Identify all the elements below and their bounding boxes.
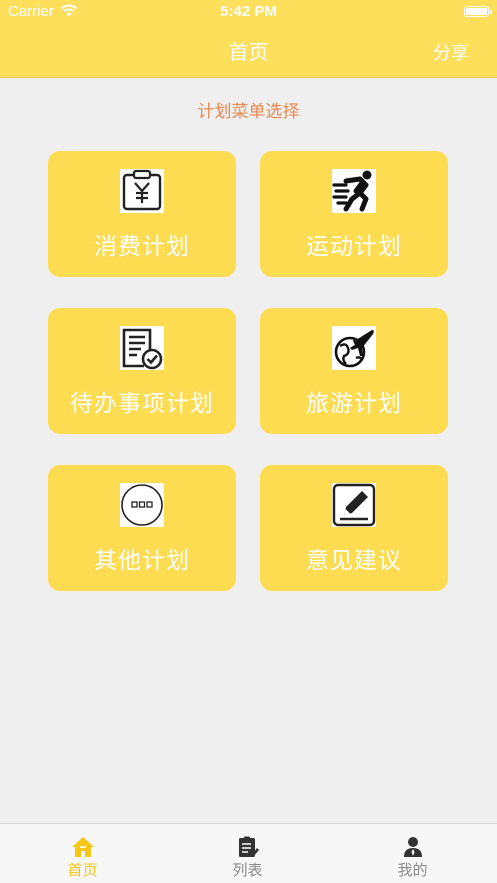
edit-pencil-icon — [332, 483, 376, 527]
tab-bar: 首页 列表 我的 — [0, 823, 497, 883]
home-screen: Carrier 5:42 PM 首页 分享 计划菜单选择 消费计划 运动计划 待… — [0, 0, 497, 883]
menu-card-other-plan[interactable]: 其他计划 — [48, 465, 236, 591]
tab-label: 我的 — [397, 861, 428, 879]
menu-card-feedback[interactable]: 意见建议 — [260, 465, 448, 591]
tab-list[interactable]: 列表 — [165, 824, 330, 883]
user-icon — [404, 837, 422, 857]
menu-card-expense-plan[interactable]: 消费计划 — [48, 151, 236, 277]
tab-mine[interactable]: 我的 — [330, 824, 495, 883]
clock-label: 5:42 PM — [220, 3, 277, 20]
menu-card-label: 意见建议 — [306, 548, 402, 574]
menu-card-label: 旅游计划 — [306, 391, 402, 417]
list-clipboard-icon — [239, 836, 259, 857]
tab-home[interactable]: 首页 — [0, 824, 165, 883]
menu-card-label: 其他计划 — [94, 548, 190, 574]
menu-card-exercise-plan[interactable]: 运动计划 — [260, 151, 448, 277]
section-title: 计划菜单选择 — [197, 102, 300, 122]
tab-label: 列表 — [232, 861, 263, 879]
share-button[interactable]: 分享 — [433, 39, 469, 65]
header-bar: Carrier 5:42 PM 首页 分享 — [0, 0, 497, 78]
menu-card-todo-plan[interactable]: 待办事项计划 — [48, 308, 236, 434]
menu-card-label: 待办事项计划 — [70, 391, 214, 417]
tab-label: 首页 — [67, 861, 98, 879]
running-person-icon — [332, 169, 376, 213]
more-dots-icon — [120, 483, 164, 527]
home-icon — [72, 837, 94, 857]
globe-plane-icon — [332, 326, 376, 370]
battery-icon — [464, 6, 492, 17]
page-title: 首页 — [228, 40, 269, 64]
menu-card-label: 消费计划 — [94, 234, 190, 260]
menu-card-label: 运动计划 — [306, 234, 402, 260]
menu-card-travel-plan[interactable]: 旅游计划 — [260, 308, 448, 434]
checklist-icon — [120, 326, 164, 370]
receipt-yen-icon — [120, 169, 164, 213]
